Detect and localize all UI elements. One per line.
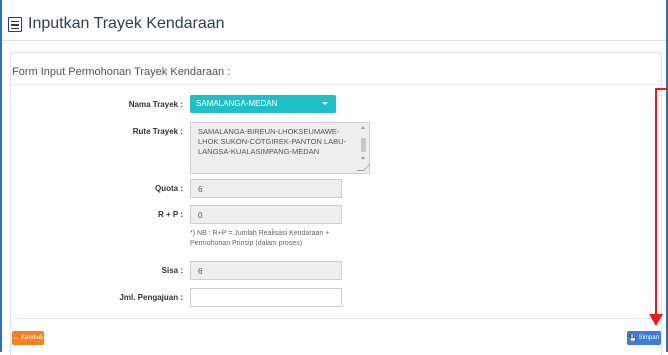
save-button[interactable]: 💾 Simpan [627,331,661,345]
form-heading: Form Input Permohonan Trayek Kendaraan : [12,66,231,78]
rp-field: 0 [190,205,342,224]
header-divider [2,40,666,41]
scroll-down-icon[interactable] [361,157,365,160]
footer-divider [11,318,662,319]
nama-trayek-value: SAMALANGA-MEDAN [196,99,278,108]
sisa-label: Sisa : [161,266,183,275]
nama-trayek-select[interactable]: SAMALANGA-MEDAN [190,95,336,113]
rute-trayek-textarea[interactable]: SAMALANGA-BIREUN-LHOKSEUMAWE-LHOK SUKON-… [190,122,371,174]
sisa-field: 6 [190,261,342,280]
save-icon: 💾 [629,335,637,342]
back-button[interactable]: ← Kembali [12,331,44,345]
jml-pengajuan-input[interactable] [190,288,342,307]
heading-divider [11,84,662,85]
jml-pengajuan-label: Jml. Pengajuan : [119,293,183,302]
scroll-up-icon[interactable] [361,126,365,129]
rute-trayek-value: SAMALANGA-BIREUN-LHOKSEUMAWE-LHOK SUKON-… [198,127,347,156]
page-title: Inputkan Trayek Kendaraan [28,15,225,32]
sisa-value: 6 [198,267,203,276]
back-button-label: Kembali [21,335,43,341]
quota-label: Quota : [155,184,183,193]
page-header: Inputkan Trayek Kendaraan [8,8,225,40]
scrollbar-thumb[interactable] [361,138,366,152]
arrow-left-icon: ← [13,335,20,341]
list-icon [8,16,22,32]
rp-label: R + P : [158,210,183,219]
quota-value: 6 [198,185,203,194]
textarea-scrollbar[interactable] [360,126,367,168]
form-panel [10,52,662,355]
resize-grip-icon[interactable] [356,164,371,171]
save-button-label: Simpan [638,335,659,341]
chevron-down-icon [322,102,328,105]
rp-value: 0 [198,211,203,220]
rute-trayek-label: Rute Trayek : [132,127,183,136]
annotation-arrow-line [655,89,657,316]
annotation-arrow-head [649,314,663,326]
quota-field: 6 [190,179,342,198]
rp-note: *) NB : R+P = Jumlah Realisasi Kendaraan… [190,230,330,247]
nama-trayek-label: Nama Trayek : [128,100,183,109]
